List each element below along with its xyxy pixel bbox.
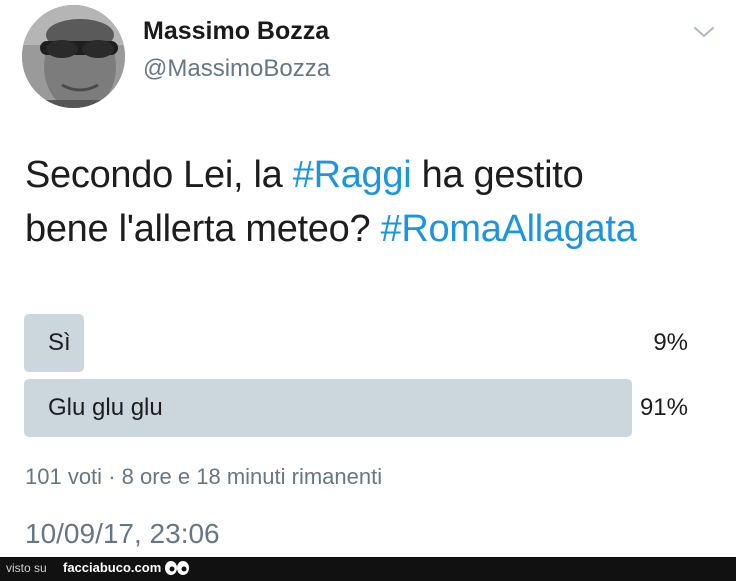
tweet-text-segment: ha gestito [411,154,584,196]
poll-votes: 101 voti [25,464,103,489]
user-handle[interactable]: @MassimoBozza [143,55,330,83]
poll-option-label: Sì [48,329,71,356]
user-name[interactable]: Massimo Bozza [143,17,329,46]
tweet-line-2: bene l'allerta meteo? #RomaAllagata [25,202,715,256]
poll-option-label: Glu glu glu [48,394,163,421]
tweet-text-segment: Secondo Lei, la [25,154,293,196]
avatar[interactable] [22,5,125,108]
poll-option-percent: 9% [653,329,688,356]
footer-site-name[interactable]: facciabuco.com [63,560,161,575]
eyes-icon [165,561,189,575]
hashtag-romaallagata-link[interactable]: #RomaAllagata [381,208,637,250]
chevron-down-icon[interactable] [689,22,719,42]
footer-visto-text: visto su [6,561,47,575]
avatar-photo [22,5,125,108]
poll-option-percent: 91% [639,394,688,421]
poll-option-si[interactable]: Sì 9% [24,314,692,372]
tweet-line-1: Secondo Lei, la #Raggi ha gestito [25,148,715,202]
hashtag-raggi-link[interactable]: #Raggi [293,154,412,196]
poll-option-glu-glu-glu[interactable]: Glu glu glu 91% [24,379,692,437]
poll-time-left: 8 ore e 18 minuti rimanenti [121,464,383,489]
tweet-timestamp[interactable]: 10/09/17, 23:06 [25,518,220,550]
tweet-text-segment: bene l'allerta meteo? [25,208,381,250]
tweet-text: Secondo Lei, la #Raggi ha gestito bene l… [25,148,715,256]
watermark-footer: visto su facciabuco.com [0,557,736,581]
poll-separator: · [108,464,116,489]
poll-meta: 101 voti · 8 ore e 18 minuti rimanenti [25,464,382,490]
